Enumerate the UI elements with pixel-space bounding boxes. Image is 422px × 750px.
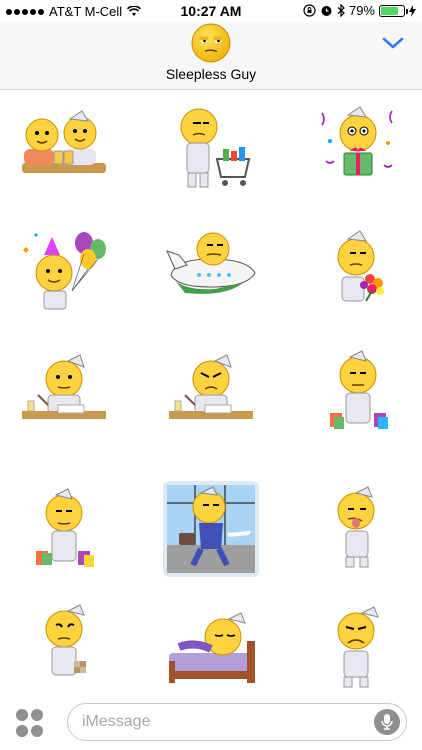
battery-icon [379, 4, 408, 17]
guy-frowning-standing-sticker[interactable] [310, 599, 406, 695]
guy-with-flower-bouquet-sticker[interactable] [310, 221, 406, 317]
guy-holding-shopping-bags-sticker[interactable] [16, 481, 112, 577]
input-placeholder: iMessage [82, 713, 151, 730]
conversation-header: Sleepless Guy [0, 22, 422, 90]
guy-with-gift-box-sticker[interactable] [310, 99, 406, 195]
battery-percent: 79% [348, 3, 375, 18]
guy-with-shopping-cart-sticker[interactable] [163, 99, 259, 195]
guy-with-shopping-bags-sticker[interactable] [310, 347, 406, 443]
bluetooth-icon [337, 4, 345, 17]
charging-icon [409, 4, 416, 17]
status-bar: AT&T M-Cell 10:27 AM 79% [0, 0, 422, 22]
contact-name[interactable]: Sleepless Guy [0, 66, 422, 82]
message-input-bar: iMessage [0, 695, 422, 750]
guy-sleeping-in-bed-sticker[interactable] [163, 599, 259, 695]
guy-as-airplane-sticker[interactable] [163, 221, 259, 317]
two-guys-drinking-beer-sticker[interactable] [16, 99, 112, 195]
imessage-input[interactable]: iMessage [67, 703, 407, 741]
alarm-icon [321, 6, 332, 16]
guy-traveling-with-suitcase-sticker[interactable] [163, 481, 259, 577]
status-icons: 79% [303, 3, 416, 18]
guy-with-censored-sticker[interactable] [16, 599, 112, 695]
guy-sticking-tongue-out-sticker[interactable] [310, 481, 406, 577]
guy-with-balloons-party-sticker[interactable] [16, 221, 112, 317]
rotation-lock-icon [303, 4, 316, 17]
microphone-icon[interactable] [374, 709, 400, 735]
guy-writing-at-desk-sticker[interactable] [16, 347, 112, 443]
chevron-down-icon[interactable] [382, 36, 404, 50]
contact-avatar[interactable] [190, 22, 232, 64]
guy-grumpy-writing-at-desk-sticker[interactable] [163, 347, 259, 443]
app-drawer-icon[interactable] [16, 709, 44, 737]
sticker-grid [0, 91, 422, 695]
